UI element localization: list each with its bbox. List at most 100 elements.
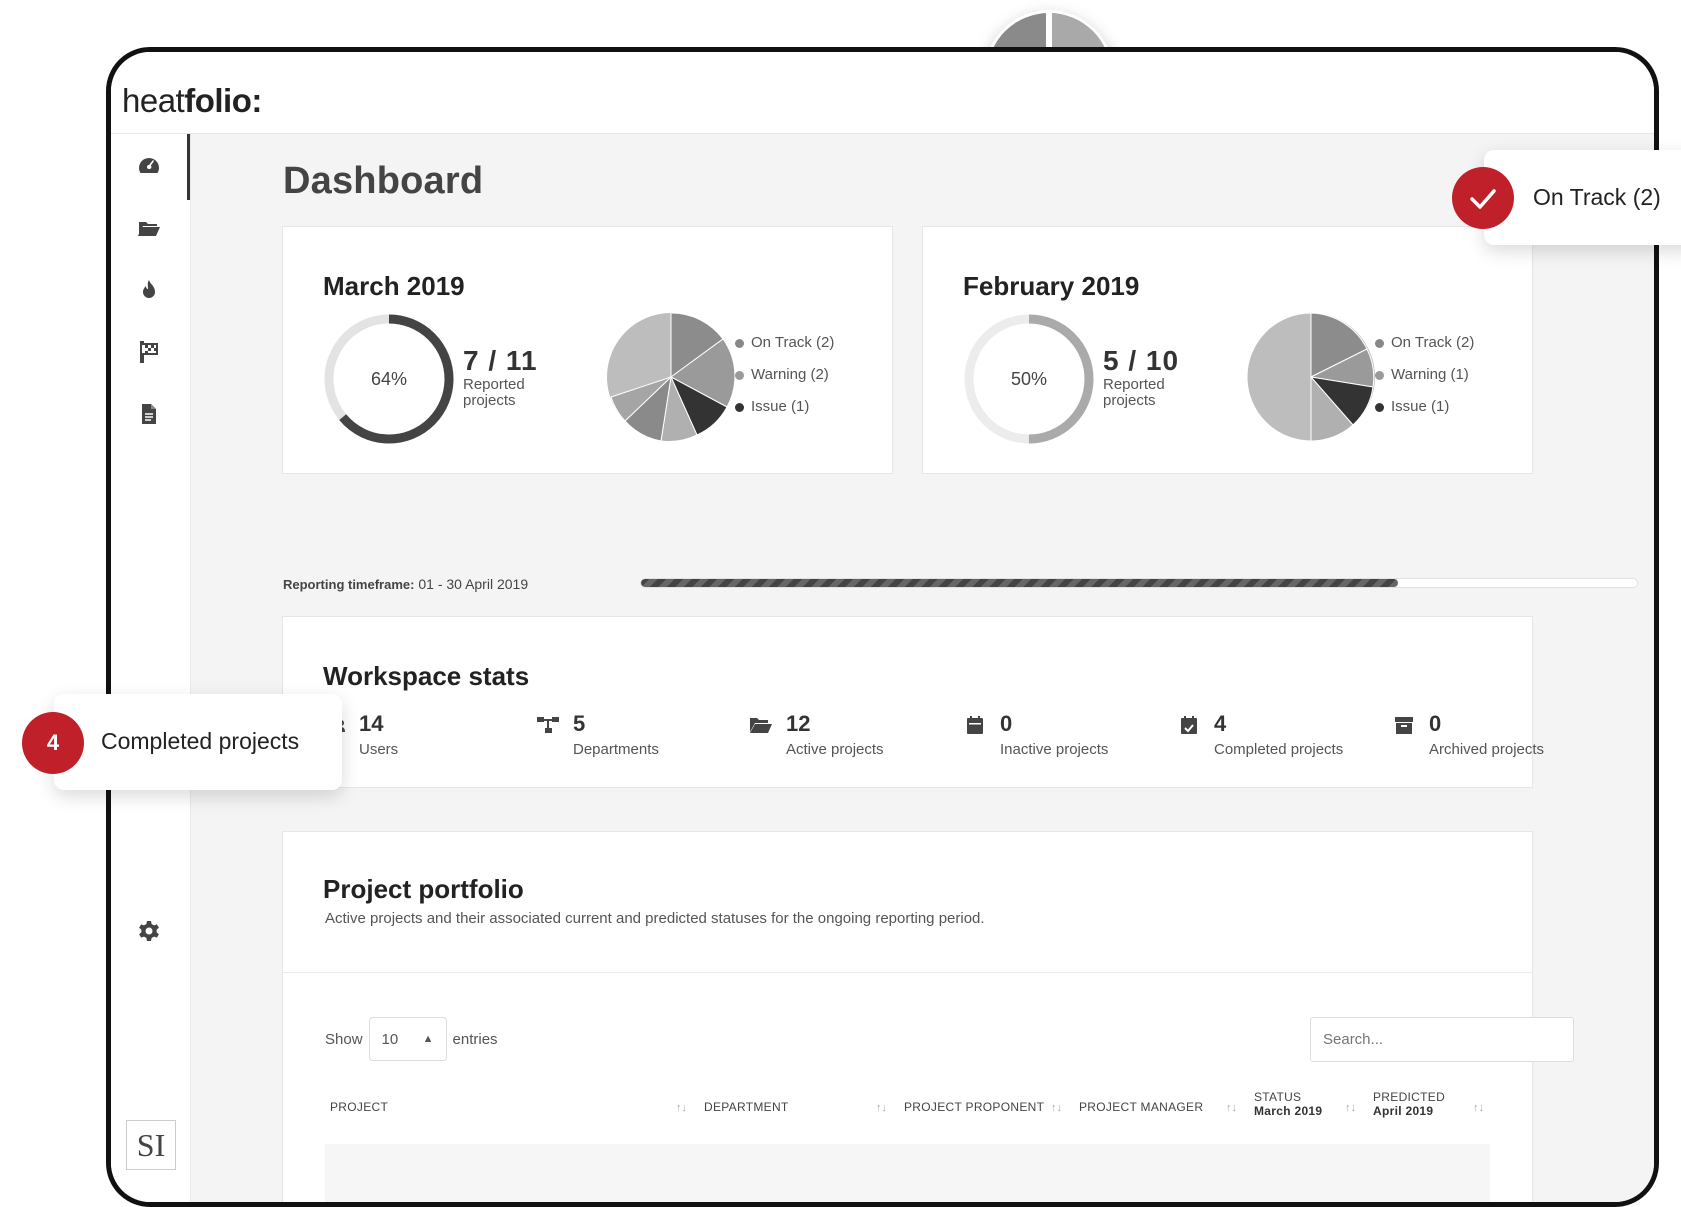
- sidebar-item-settings[interactable]: [137, 919, 161, 943]
- report-card-march: March 2019 64% 7 / 11 Reported projects: [282, 226, 893, 474]
- portfolio-title: Project portfolio: [323, 874, 524, 904]
- completed-count-badge: 4: [22, 712, 84, 774]
- reported-count: 5 / 10 Reported projects: [1103, 345, 1183, 409]
- sort-icon[interactable]: ↑↓: [876, 1102, 887, 1114]
- entries-select-value: 10: [381, 1030, 399, 1048]
- stat-value: 12: [786, 711, 811, 736]
- card-title: March 2019: [323, 271, 465, 301]
- stat-label: Completed projects: [1214, 741, 1344, 758]
- show-label: Show: [325, 1030, 363, 1048]
- completion-ring: 50%: [961, 311, 1097, 447]
- entries-select[interactable]: 10 ▲: [368, 1017, 447, 1061]
- stat-value: 0: [1429, 711, 1442, 736]
- reported-count: 7 / 11 Reported projects: [463, 345, 543, 409]
- top-bar: heatfolio:: [111, 52, 1654, 134]
- status-pie-chart: [607, 312, 736, 442]
- flag-icon: [140, 341, 158, 363]
- sidebar-item-dashboard[interactable]: [137, 154, 161, 178]
- logo-text-folio: folio:: [184, 82, 262, 119]
- sidebar: SI: [111, 134, 191, 1202]
- stat-label: Inactive projects: [1000, 741, 1109, 758]
- legend-item-on-track: On Track (2): [1375, 333, 1474, 365]
- device-frame: heatfolio: SI Dashboard March 2019 64% 7…: [106, 47, 1659, 1207]
- workspace-stats-title: Workspace stats: [323, 661, 530, 691]
- legend-item-warning: Warning (2): [735, 365, 834, 397]
- main-content: Dashboard March 2019 64% 7 / 11 Reported…: [191, 134, 1654, 1202]
- file-icon: [142, 404, 156, 424]
- workspace-stats-card: Workspace stats 14 Users 5 Departments 1…: [282, 616, 1544, 788]
- sort-icon[interactable]: ↑↓: [676, 1102, 687, 1114]
- stat-value: 0: [1000, 711, 1013, 736]
- stat-label: Departments: [573, 741, 659, 758]
- column-header-project-proponent[interactable]: PROJECT PROPONENT: [904, 1100, 1044, 1114]
- fire-icon: [143, 280, 155, 298]
- legend-item-on-track: On Track (2): [735, 333, 834, 365]
- reported-label: Reported projects: [1103, 376, 1165, 409]
- stat-value: 4: [1214, 711, 1227, 736]
- entries-length-control: Show 10 ▲ entries: [325, 1017, 498, 1061]
- completed-callout-text: Completed projects: [101, 728, 300, 754]
- sitemap-icon: [537, 717, 559, 733]
- app-logo[interactable]: heatfolio:: [122, 82, 262, 120]
- sidebar-item-reports[interactable]: [137, 402, 161, 426]
- page-title: Dashboard: [283, 160, 484, 202]
- sort-icon[interactable]: ↑↓: [1345, 1102, 1356, 1114]
- legend-item-issue: Issue (1): [1375, 397, 1474, 429]
- legend-item-issue: Issue (1): [735, 397, 834, 429]
- reporting-timeframe: Reporting timeframe: 01 - 30 April 2019: [283, 576, 528, 592]
- column-header-predicted[interactable]: PREDICTED April 2019: [1373, 1090, 1445, 1118]
- timeframe-progress-fill: [641, 579, 1398, 587]
- column-header-status[interactable]: STATUS March 2019: [1254, 1090, 1322, 1118]
- portfolio-subtitle: Active projects and their associated cur…: [325, 910, 985, 927]
- completed-projects-callout: Completed projects: [54, 694, 342, 790]
- logo-text-heat: heat: [122, 82, 185, 119]
- stat-value: 14: [359, 711, 384, 736]
- stat-label: Active projects: [786, 741, 884, 758]
- sidebar-item-heat[interactable]: [137, 278, 161, 302]
- completion-ring: 64%: [321, 311, 457, 447]
- stat-label: Archived projects: [1429, 741, 1545, 758]
- stat-value: 5: [573, 711, 586, 736]
- dashboard-icon: [139, 158, 159, 173]
- ring-percent: 64%: [370, 368, 408, 389]
- report-card-february: February 2019 50% 5 / 10 Reported projec…: [922, 226, 1533, 474]
- sort-icon[interactable]: ↑↓: [1473, 1102, 1484, 1114]
- user-avatar[interactable]: SI: [126, 1120, 176, 1170]
- project-portfolio-card: Project portfolio Active projects and th…: [282, 831, 1574, 1202]
- stat-label: Users: [359, 741, 399, 758]
- reported-label: Reported projects: [463, 376, 525, 409]
- column-header-department[interactable]: DEPARTMENT: [704, 1100, 789, 1114]
- table-row: [325, 1144, 1490, 1202]
- sort-icon[interactable]: ↑↓: [1051, 1102, 1062, 1114]
- status-legend: On Track (2) Warning (2) Issue (1): [735, 333, 834, 429]
- status-legend: On Track (2) Warning (1) Issue (1): [1375, 333, 1474, 429]
- sidebar-item-milestones[interactable]: [137, 340, 161, 364]
- reported-fraction: 7 / 11: [463, 345, 538, 376]
- gear-icon: [139, 921, 159, 941]
- timeframe-progress-bar: [640, 578, 1638, 588]
- reported-fraction: 5 / 10: [1103, 345, 1180, 376]
- ring-percent: 50%: [1010, 368, 1048, 389]
- legend-item-warning: Warning (1): [1375, 365, 1474, 397]
- portfolio-divider: [283, 972, 1532, 973]
- calendar-icon: [967, 716, 983, 734]
- check-icon: [1470, 189, 1496, 209]
- on-track-callout-text: On Track (2): [1533, 184, 1661, 210]
- column-header-project-manager[interactable]: PROJECT MANAGER: [1079, 1100, 1203, 1114]
- entries-label: entries: [452, 1030, 498, 1048]
- sidebar-item-projects[interactable]: [137, 216, 161, 240]
- status-pie-chart: [1246, 312, 1375, 442]
- search-input[interactable]: [1310, 1017, 1574, 1062]
- archive-icon: [1395, 717, 1413, 734]
- timeframe-label: Reporting timeframe:: [283, 577, 415, 592]
- sort-icon[interactable]: ↑↓: [1226, 1102, 1237, 1114]
- timeframe-value: 01 - 30 April 2019: [418, 576, 529, 592]
- calendar-check-icon: [1181, 716, 1197, 734]
- sidebar-active-indicator: [187, 134, 190, 200]
- column-header-project[interactable]: PROJECT: [330, 1100, 388, 1114]
- folder-open-icon: [138, 222, 160, 236]
- folder-open-icon: [750, 718, 772, 733]
- sort-updown-icon: ▲: [422, 1033, 434, 1045]
- check-badge: [1452, 167, 1514, 229]
- card-title: February 2019: [963, 271, 1140, 301]
